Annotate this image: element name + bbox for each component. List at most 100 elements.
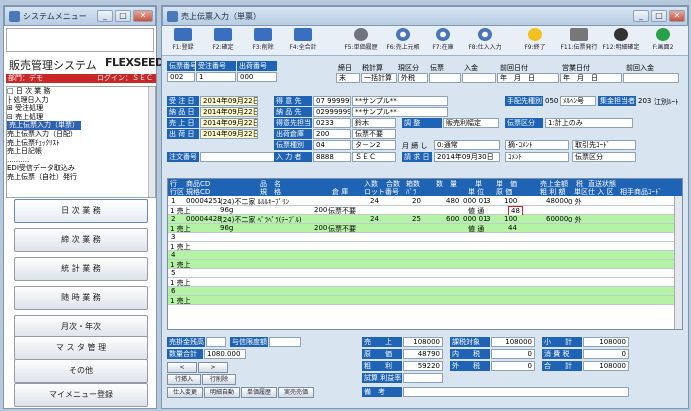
partner-code-field[interactable]: 取引先ｺｰﾄﾞ xyxy=(572,140,636,150)
table-row-sub[interactable]: 1 売上 xyxy=(168,242,682,251)
remarks-field[interactable] xyxy=(403,387,629,397)
ship-to-code[interactable]: 02999999 xyxy=(313,107,351,117)
price-history-button[interactable]: F5:単価履歴 xyxy=(342,28,380,54)
row-unit: 000 01 xyxy=(463,215,488,223)
tree-item[interactable]: □ 日 次 業 務 xyxy=(7,87,155,96)
tree-item[interactable]: 売上伝票入力（日配） xyxy=(7,130,155,139)
slip-no-field[interactable]: 002 xyxy=(167,72,195,82)
order-no-field[interactable]: 1 xyxy=(196,72,236,82)
auto-detail-button[interactable]: 明細自動 xyxy=(204,387,240,398)
menu-button-stats[interactable]: 統 計 業 務 xyxy=(14,257,148,281)
purchase-button[interactable]: F8:仕入入力 xyxy=(466,28,504,54)
tree-item[interactable]: ⊞ 受注処理 xyxy=(7,104,155,113)
sales-entry-window: 売上伝票入力（単票） _ □ ✕ F1:登録 F2:確定 F3:削除 F4:全合… xyxy=(161,5,689,409)
menu-button-daily[interactable]: 日 次 業 務 xyxy=(14,199,148,223)
stock-button[interactable]: F7:在庫 xyxy=(424,28,462,54)
operator-code[interactable]: 8888 xyxy=(313,152,351,162)
table-row[interactable]: 3 xyxy=(168,233,682,242)
table-row-sub[interactable]: 1 売上 xyxy=(168,296,682,305)
grand-total-field: 108000 xyxy=(583,361,629,371)
biz-date-label: 営業日付 xyxy=(562,64,590,72)
rep-code[interactable]: 0233 xyxy=(313,118,351,128)
table-row[interactable]: 4 xyxy=(168,251,682,260)
menu-button-mymenu[interactable]: マイメニュー登録 xyxy=(14,383,148,407)
slip-type-code[interactable]: 04 xyxy=(313,140,351,150)
adjust-field[interactable]: 販売利幅定 xyxy=(443,118,499,128)
ledger-button[interactable]: F6:売上元帳 xyxy=(384,28,422,54)
consumption-tax-field: 0 xyxy=(583,349,629,359)
margin-sum-label: 粗 利 xyxy=(362,361,402,371)
supplier-type-label: 手配先種別 xyxy=(505,96,543,106)
next-button[interactable]: > xyxy=(198,362,228,373)
delivery-date-field[interactable]: 2014年09月22日 xyxy=(200,107,258,117)
print-slip-button[interactable]: F11:伝票発行 xyxy=(560,28,598,54)
tax-class-label: 現区分 xyxy=(398,64,419,72)
menu-button-adhoc[interactable]: 随 時 業 務 xyxy=(14,286,148,310)
prev-date-field: 年 月 日 xyxy=(497,73,559,83)
tree-item[interactable]: EDI受信データ取込み xyxy=(7,164,155,173)
maximize-button[interactable]: □ xyxy=(651,10,667,22)
close-button[interactable]: ✕ xyxy=(669,10,685,22)
table-row[interactable]: 6 xyxy=(168,287,682,296)
minimize-button[interactable]: _ xyxy=(97,10,113,22)
warehouse-code[interactable]: 200 xyxy=(313,129,351,139)
customer-code[interactable]: 07 999999 xyxy=(313,96,351,106)
comment-field[interactable]: 摘･ｺﾒﾝﾄ xyxy=(505,140,569,150)
table-row-sub[interactable]: 1 売上 xyxy=(168,278,682,287)
slip-kind-field[interactable]: 伝票区分 xyxy=(572,152,636,162)
screen2-icon xyxy=(656,28,670,41)
tree-item[interactable]: 売上伝票（自社）発行 xyxy=(7,173,155,182)
tree-scrollbar[interactable] xyxy=(148,87,155,197)
minimize-button[interactable]: _ xyxy=(633,10,649,22)
comment2-field[interactable]: ｺﾒﾝﾄ xyxy=(505,152,569,162)
table-row-sub[interactable]: 1 売上 xyxy=(168,260,682,269)
month-close-field[interactable]: 0:通常 xyxy=(434,140,500,150)
menu-button-master[interactable]: マ ス タ 管 理 xyxy=(14,336,148,360)
exit-label: F9:終了 xyxy=(524,44,546,51)
ship-date-field[interactable]: 2014年09月22日 xyxy=(200,129,258,139)
row-cost: 44 xyxy=(508,224,517,232)
tree-item[interactable]: 売上伝票ﾁｪｯｸﾘｽﾄ xyxy=(7,139,155,148)
sales-date-field[interactable]: 2014年09月22日 xyxy=(200,118,258,128)
row-delete-button[interactable]: 行削除 xyxy=(202,374,236,385)
table-row-sub[interactable]: 1 売上 96g 200 伝票不要 値 通 44 xyxy=(168,224,682,233)
change-purchase-button[interactable]: 仕入変更 xyxy=(167,387,203,398)
row-insert-button[interactable]: 行挿入 xyxy=(167,374,201,385)
cost-sum-label: 原 価 xyxy=(362,349,402,359)
menu-button-other[interactable]: その他 xyxy=(14,359,148,383)
close-button[interactable]: ✕ xyxy=(133,10,153,22)
table-row[interactable]: 2 00004428 (24)不二家 ﾍﾟﾗﾍﾟﾗ(ﾃｰﾌﾞﾙ) 24 25 6… xyxy=(168,215,682,224)
tree-item[interactable]: ├ 処理日入力 xyxy=(7,96,155,105)
tree-item[interactable]: 売上日記帳 xyxy=(7,147,155,156)
slip-type-name: タ－ン2 xyxy=(352,140,396,150)
grid-scrollbar[interactable] xyxy=(674,196,682,329)
slip-class-dropdown[interactable]: 1:計上のみ xyxy=(545,118,633,128)
prev-button[interactable]: < xyxy=(167,362,197,373)
menu-button-closing[interactable]: 締 次 業 務 xyxy=(14,228,148,252)
maximize-button[interactable]: □ xyxy=(115,10,131,22)
detail-confirm-button[interactable]: F12:明細確定 xyxy=(602,28,640,54)
order-date-field[interactable]: 2014年09月22日 xyxy=(200,96,258,106)
row-warehouse: 200 xyxy=(314,206,328,214)
delete-label: F3:削除 xyxy=(252,44,274,51)
price-history-bottom-button[interactable]: 単価履歴 xyxy=(241,387,277,398)
row-qty-in: 24 xyxy=(370,197,379,205)
table-row-sub[interactable]: 1 売上 96g 200 伝票不要 値 通 48 xyxy=(168,206,682,216)
table-row[interactable]: 5 xyxy=(168,269,682,278)
tree-item-selected[interactable]: 売上伝票入力（単票） xyxy=(7,121,155,130)
confirm-button[interactable]: F2:確定 xyxy=(204,28,242,54)
exit-button[interactable]: F9:終了 xyxy=(516,28,554,54)
cost-sum-field: 48790 xyxy=(403,349,443,359)
ship-no-field[interactable]: 000 xyxy=(237,72,277,82)
invoice-date-field[interactable]: 2014年09月30日 xyxy=(434,152,500,162)
register-button[interactable]: F1:登録 xyxy=(164,28,202,54)
table-row[interactable]: 1 00004251 (24)不二家 ﾙﾙﾙｷｰﾌﾟﾘﾝ 24 20 480 0… xyxy=(168,197,682,206)
row-qty: 480 xyxy=(446,197,460,205)
screen2-button[interactable]: F:画面2 xyxy=(644,28,682,54)
row-no: 6 xyxy=(171,287,176,295)
actual-price-button[interactable]: 実売売価 xyxy=(278,387,314,398)
delete-button[interactable]: F3:削除 xyxy=(244,28,282,54)
purchase-label: F8:仕入入力 xyxy=(468,44,502,51)
invoice-date-label: 請 求 日 xyxy=(402,152,432,162)
total-button[interactable]: F4:全合計 xyxy=(284,28,322,54)
